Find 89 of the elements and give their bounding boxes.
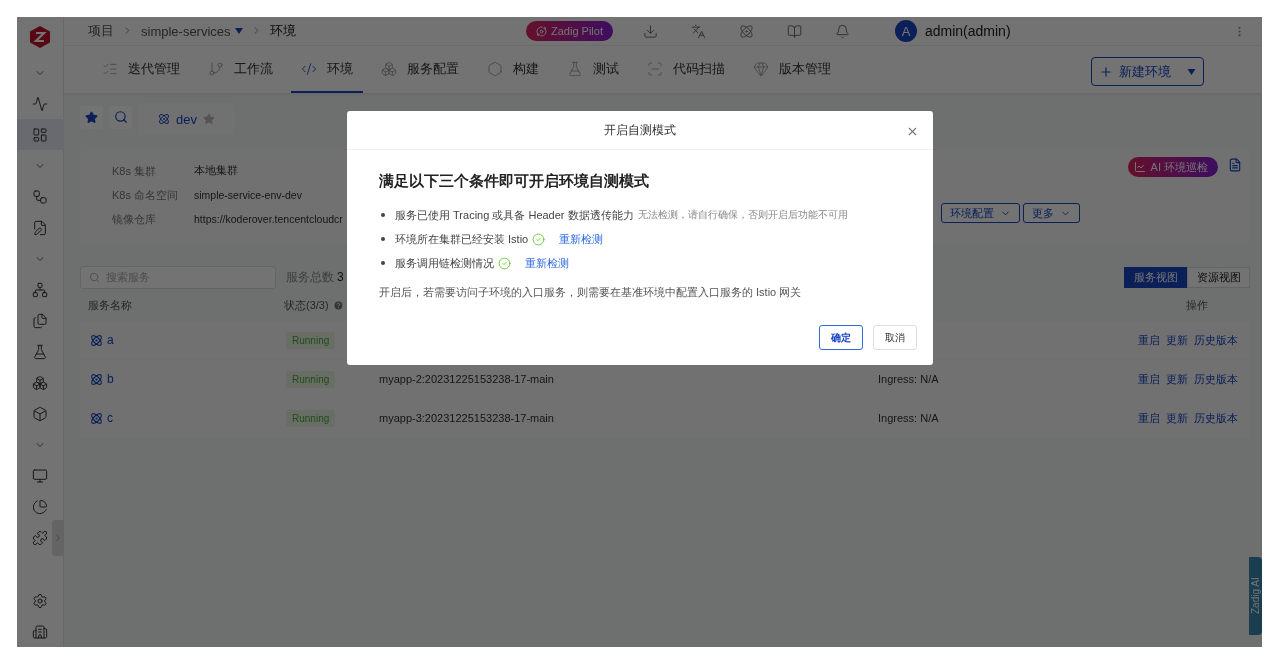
table-cell: myapp-3:20231225153238-17-main bbox=[379, 412, 554, 424]
atom-icon bbox=[90, 372, 103, 386]
column-header: 服务名称 bbox=[88, 297, 132, 313]
nav-tab[interactable]: 环境 bbox=[291, 46, 363, 93]
table-cell: Ingress: N/A bbox=[878, 412, 939, 424]
nav-tab[interactable]: 版本管理 bbox=[743, 46, 841, 93]
help-icon[interactable] bbox=[332, 299, 344, 311]
action-link[interactable]: 历史版本 bbox=[1194, 333, 1238, 346]
service-name-link[interactable]: c bbox=[90, 411, 286, 425]
atom-icon bbox=[90, 411, 103, 425]
star-icon bbox=[85, 110, 98, 124]
star-button[interactable] bbox=[80, 105, 103, 129]
view-toggle[interactable]: 资源视图 bbox=[1187, 266, 1250, 288]
caret-icon bbox=[1187, 68, 1196, 75]
action-link[interactable]: 重启 bbox=[1138, 372, 1160, 385]
info-value: 本地集群 bbox=[194, 164, 238, 178]
nav-tab[interactable]: 迭代管理 bbox=[92, 46, 190, 93]
search-icon bbox=[113, 110, 128, 124]
orbit-icon bbox=[536, 25, 547, 37]
nav-tab[interactable]: 服务配置 bbox=[371, 46, 469, 93]
dialog-note: 开启后，若需要访问子环境的入口服务，则需要在基准环境中配置入口服务的 Istio 网关 bbox=[379, 285, 803, 300]
service-name-link[interactable]: b bbox=[90, 372, 286, 386]
action-link[interactable]: 历史版本 bbox=[1194, 411, 1238, 424]
side-tab[interactable]: Zadig AI bbox=[1249, 557, 1262, 635]
view-toggle[interactable]: 服务视图 bbox=[1124, 266, 1187, 288]
condition-note: 无法检测，请自行确保，否则开启后功能不可用 bbox=[637, 208, 848, 222]
status-badge: Running bbox=[286, 331, 336, 349]
nav-tab[interactable]: 构建 bbox=[477, 46, 549, 93]
code-icon bbox=[301, 60, 317, 77]
nav-tab[interactable]: 测试 bbox=[557, 46, 629, 93]
atom-icon bbox=[158, 113, 170, 125]
hexagon-icon bbox=[487, 60, 503, 77]
star-icon[interactable] bbox=[202, 113, 215, 125]
caret-icon bbox=[234, 28, 243, 34]
action-link[interactable]: 历史版本 bbox=[1194, 372, 1238, 385]
bullet-icon bbox=[381, 261, 385, 265]
dialog-title: 开启自测模式 bbox=[604, 121, 676, 139]
scan-icon bbox=[647, 60, 663, 77]
dialog-heading: 满足以下三个条件即可开启环境自测模式 bbox=[379, 172, 650, 191]
dropdown-button[interactable]: 环境配置 bbox=[941, 203, 1020, 223]
condition-text: 服务已使用 Tracing 或具备 Header 数据透传能力 bbox=[395, 207, 634, 223]
action-link[interactable]: 更新 bbox=[1166, 411, 1188, 424]
table-cell: Ingress: N/A bbox=[878, 373, 939, 385]
search-button[interactable] bbox=[109, 105, 132, 129]
dropdown-button[interactable]: 更多 bbox=[1023, 203, 1080, 223]
ai-inspection-button[interactable]: AI 环境巡检 bbox=[1127, 157, 1218, 177]
plus-icon bbox=[1099, 64, 1113, 79]
document-icon[interactable] bbox=[1228, 158, 1242, 172]
recheck-link[interactable]: 重新检测 bbox=[525, 255, 569, 271]
dashboard-icon[interactable] bbox=[17, 119, 64, 150]
confirm-button[interactable]: 确定 bbox=[819, 325, 863, 350]
close-icon[interactable] bbox=[906, 125, 919, 138]
status-badge: Running bbox=[286, 409, 336, 427]
condition-text: 服务调用链检测情况 bbox=[395, 255, 494, 271]
new-environment-button[interactable]: 新建环境 bbox=[1091, 57, 1204, 86]
table-cell: myapp-2:20231225153238-17-main bbox=[379, 373, 554, 385]
action-link[interactable]: 更新 bbox=[1166, 372, 1188, 385]
breadcrumb-item[interactable]: 环境 bbox=[269, 22, 296, 40]
info-value: simple-service-env-dev bbox=[194, 189, 302, 201]
action-link[interactable]: 重启 bbox=[1138, 411, 1160, 424]
chart-icon bbox=[1133, 161, 1146, 173]
pilot-button[interactable]: Zadig Pilot bbox=[526, 21, 613, 41]
nav-tab[interactable]: 代码扫描 bbox=[637, 46, 735, 93]
breadcrumb-item[interactable]: simple-services bbox=[141, 23, 243, 39]
column-header: 状态(3/3) bbox=[284, 297, 344, 313]
total-value: 3 bbox=[337, 270, 344, 284]
boxes-icon bbox=[381, 60, 397, 77]
atom-icon bbox=[90, 333, 103, 347]
bullet-icon bbox=[381, 237, 385, 241]
condition-text: 环境所在集群已经安装 Istio bbox=[395, 231, 529, 247]
bullet-icon bbox=[381, 213, 385, 217]
breadcrumb-item[interactable]: 项目 bbox=[88, 22, 114, 40]
user-name[interactable]: admin(admin) bbox=[925, 23, 1011, 39]
service-name-link[interactable]: a bbox=[90, 333, 286, 347]
action-link[interactable]: 重启 bbox=[1138, 333, 1160, 346]
column-header: 操作 bbox=[1186, 297, 1208, 313]
flask-icon bbox=[567, 60, 583, 77]
nav-tab[interactable]: 工作流 bbox=[198, 46, 283, 93]
collapse-handle[interactable] bbox=[52, 520, 64, 556]
branch-icon bbox=[208, 60, 224, 77]
gem-icon bbox=[753, 60, 769, 77]
search-icon bbox=[89, 271, 100, 283]
status-badge: Running bbox=[286, 370, 336, 388]
info-value: https://koderover.tencentcloudcr bbox=[194, 213, 343, 225]
cancel-button[interactable]: 取消 bbox=[873, 325, 917, 350]
recheck-link[interactable]: 重新检测 bbox=[559, 231, 604, 247]
user-avatar[interactable]: A bbox=[895, 20, 917, 42]
logo-icon[interactable] bbox=[28, 25, 52, 49]
action-link[interactable]: 更新 bbox=[1166, 333, 1188, 346]
